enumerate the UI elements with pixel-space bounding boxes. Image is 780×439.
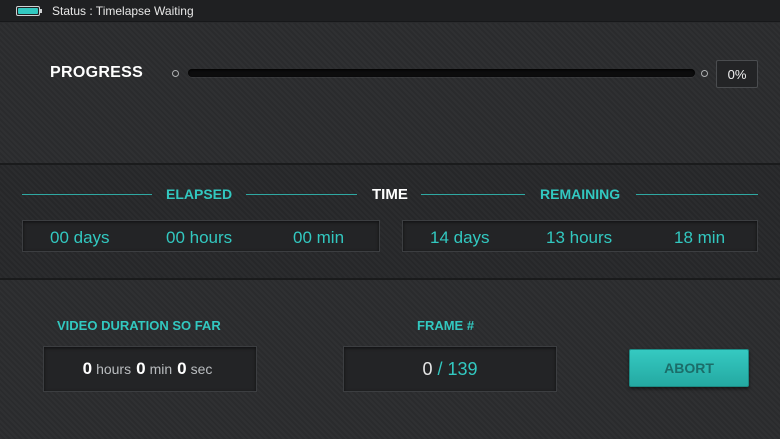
frame-total: / 139	[437, 358, 478, 379]
elapsed-label: ELAPSED	[166, 186, 233, 202]
abort-button[interactable]: ABORT	[629, 349, 749, 387]
header-rule	[246, 194, 357, 195]
remaining-box: 14 days 13 hours 18 min	[402, 220, 758, 252]
status-text: Status : Timelapse Waiting	[52, 3, 194, 18]
video-duration-label: VIDEO DURATION SO FAR	[57, 318, 221, 333]
status-bar: Status : Timelapse Waiting	[0, 0, 780, 22]
frame-label: FRAME #	[417, 318, 475, 333]
duration-hours-value: 0	[82, 359, 93, 378]
duration-min-value: 0	[136, 359, 146, 378]
header-rule	[636, 194, 758, 195]
elapsed-min: 00 min	[293, 228, 345, 247]
time-label: TIME	[372, 186, 408, 203]
battery-icon	[16, 5, 42, 16]
header-rule	[22, 194, 152, 195]
video-duration-box: 0 hours 0 min 0 sec	[43, 346, 257, 392]
progress-percent: 0%	[716, 60, 758, 88]
remaining-label: REMAINING	[540, 186, 621, 202]
remaining-hours: 13 hours	[546, 228, 613, 247]
header-rule	[421, 194, 525, 195]
remaining-days: 14 days	[430, 228, 490, 247]
frame-current: 0	[422, 358, 433, 379]
duration-sec-unit: sec	[190, 361, 213, 377]
duration-min-unit: min	[149, 361, 173, 377]
elapsed-box: 00 days 00 hours 00 min	[22, 220, 380, 252]
progress-section	[0, 23, 780, 163]
remaining-min: 18 min	[674, 228, 726, 247]
duration-sec-value: 0	[177, 359, 187, 378]
progress-label: PROGRESS	[50, 64, 144, 81]
track-end-knob-icon	[701, 70, 708, 77]
frame-box: 0 / 139	[343, 346, 557, 392]
elapsed-hours: 00 hours	[166, 228, 233, 247]
progress-bar	[188, 69, 695, 77]
duration-hours-unit: hours	[96, 361, 132, 377]
track-start-knob-icon	[172, 70, 179, 77]
elapsed-days: 00 days	[50, 228, 110, 247]
